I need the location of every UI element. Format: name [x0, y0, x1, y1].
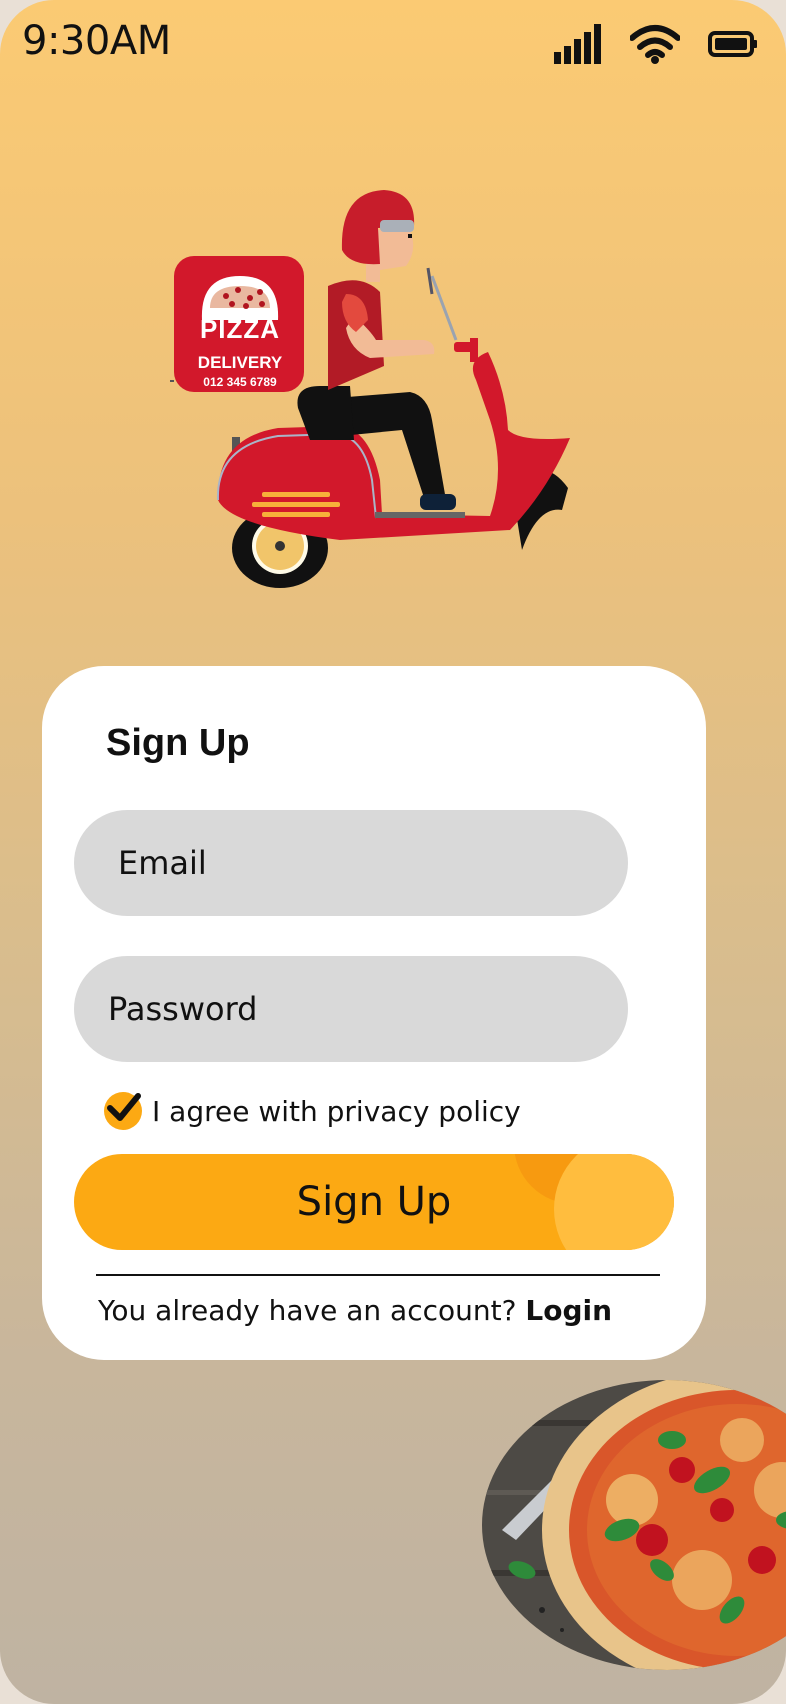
password-field[interactable] — [74, 956, 628, 1062]
battery-icon — [708, 30, 758, 58]
delivery-scooter-illustration: PIZZA DELIVERY 012 345 6789 — [162, 190, 590, 600]
privacy-agree-row[interactable]: I agree with privacy policy — [104, 1092, 521, 1130]
box-line1-text: DELIVERY — [198, 353, 283, 372]
signal-icon — [554, 24, 602, 64]
signup-button[interactable]: Sign Up — [74, 1154, 674, 1250]
checkmark-icon — [107, 1093, 141, 1121]
pizza-photo — [482, 1380, 786, 1670]
status-icons — [554, 22, 758, 66]
login-row: You already have an account? Login — [98, 1294, 612, 1327]
signup-title: Sign Up — [106, 722, 250, 764]
login-link[interactable]: Login — [525, 1294, 612, 1327]
privacy-agree-label: I agree with privacy policy — [152, 1094, 521, 1128]
signup-card: Sign Up I agree with privacy policy Sign… — [42, 666, 706, 1360]
button-decoration — [554, 1154, 674, 1250]
privacy-checkbox[interactable] — [104, 1092, 142, 1130]
box-line2-text: 012 345 6789 — [203, 375, 277, 389]
login-prompt: You already have an account? — [98, 1294, 517, 1327]
email-field[interactable] — [74, 810, 628, 916]
divider — [96, 1274, 660, 1276]
phone-screen: 9:30AM PIZZA DELIVERY 012 345 6789 Sign … — [0, 0, 786, 1704]
signup-button-label: Sign Up — [296, 1179, 452, 1225]
wifi-icon — [630, 24, 680, 64]
box-brand-text: PIZZA — [200, 314, 280, 344]
status-time: 9:30AM — [22, 18, 171, 64]
